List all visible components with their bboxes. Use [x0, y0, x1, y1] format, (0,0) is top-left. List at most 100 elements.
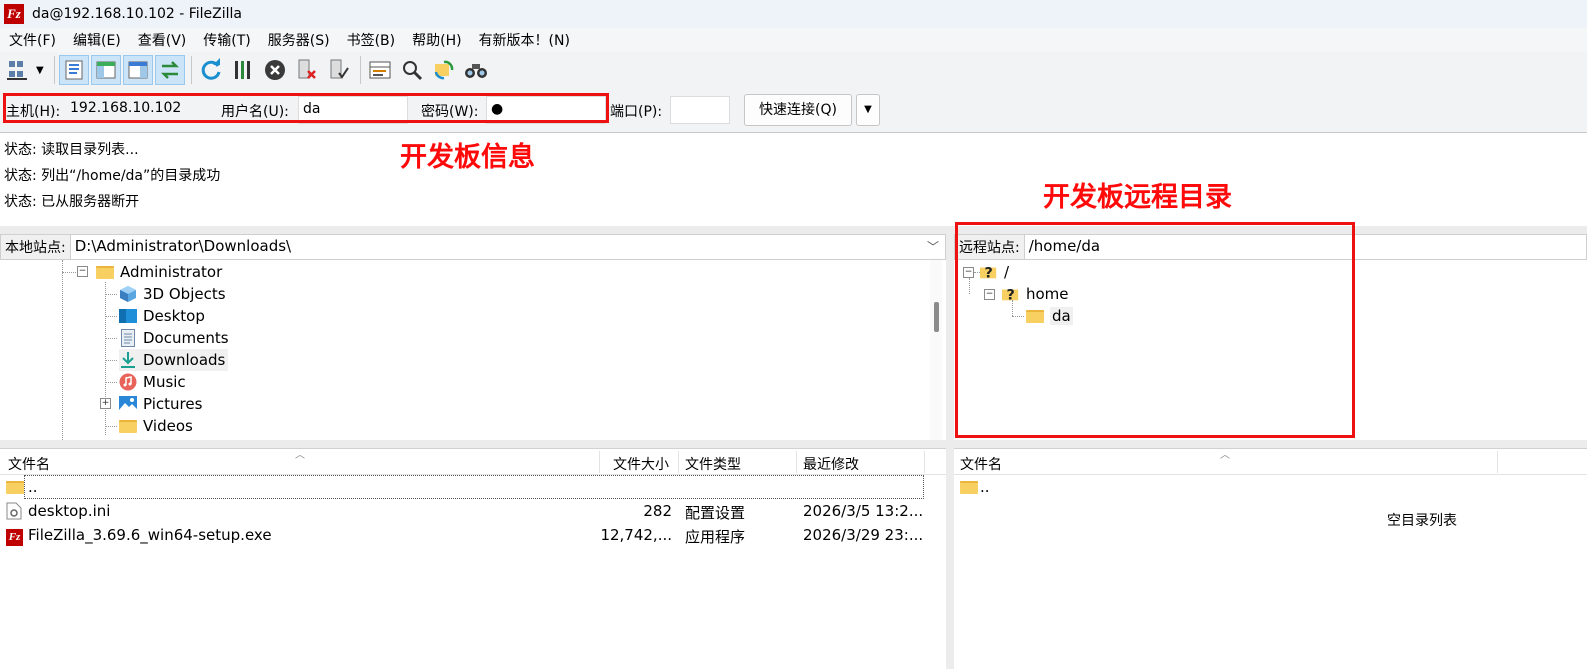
local-tree-item[interactable]: Documents [119, 327, 229, 349]
file-modified: 2026/3/5 13:2... [803, 502, 924, 520]
menu-new-version[interactable]: 有新版本！(N) [479, 30, 570, 50]
tree-item-label: 3D Objects [143, 285, 226, 303]
local-tree-item[interactable]: Pictures [119, 393, 202, 415]
file-row[interactable]: Fz FileZilla_3.69.6_win64-setup.exe 12,7… [0, 523, 946, 547]
column-filesize[interactable]: 文件大小 [613, 454, 669, 474]
site-manager-icon[interactable] [4, 55, 34, 85]
disconnect-icon[interactable] [292, 55, 322, 85]
folder-icon [960, 480, 978, 498]
menu-transfer[interactable]: 传输(T) [203, 30, 250, 50]
local-tree-item[interactable]: Administrator [96, 261, 222, 283]
file-name: desktop.ini [28, 502, 111, 520]
tree-item-label: Downloads [143, 351, 226, 369]
tree-item-label: Desktop [143, 307, 205, 325]
quickconnect-button[interactable]: 快速连接(Q) [744, 94, 852, 126]
menu-file[interactable]: 文件(F) [9, 30, 56, 50]
file-row[interactable]: desktop.ini 282 配置设置 2026/3/5 13:2... [0, 499, 946, 523]
window-title: da@192.168.10.102 - FileZilla [32, 6, 243, 22]
column-modified[interactable]: 最近修改 [803, 454, 859, 474]
local-file-list-header: 文件名 ︿ 文件大小 文件类型 最近修改 [0, 449, 946, 475]
annotation-board-remote-dir: 开发板远程目录 [1043, 182, 1232, 213]
menu-edit[interactable]: 编辑(E) [73, 30, 121, 50]
local-tree-item-selected[interactable]: Downloads [119, 349, 229, 371]
sort-ascending-icon: ︿ [295, 450, 305, 461]
tree-item-label: Videos [143, 417, 193, 435]
toggle-log-icon[interactable] [58, 55, 89, 85]
tree-line [62, 260, 63, 440]
focus-rectangle [24, 475, 924, 499]
refresh-icon[interactable] [196, 55, 226, 85]
local-directory-tree[interactable]: − Administrator 3D Objects Desktop Docum… [0, 260, 930, 440]
tree-line [105, 282, 106, 435]
toolbar-separator [190, 56, 192, 84]
directory-comparison-icon[interactable] [429, 55, 459, 85]
file-name: .. [980, 478, 990, 496]
log-line: 状态: 已从服务器断开 [4, 194, 140, 210]
local-path-input[interactable]: D:\Administrator\Downloads\ ﹀ [69, 235, 945, 259]
local-site-bar: 本地站点: D:\Administrator\Downloads\ ﹀ [0, 234, 946, 260]
column-filename[interactable]: 文件名 [960, 454, 1002, 474]
tree-line [105, 360, 117, 361]
column-divider[interactable] [924, 451, 925, 473]
local-tree-item[interactable]: Music [119, 371, 186, 393]
directory-listing-filters-icon[interactable] [365, 55, 395, 85]
remote-file-list[interactable]: 文件名 ︿ .. [954, 448, 1587, 669]
menu-bar: 文件(F) 编辑(E) 查看(V) 传输(T) 服务器(S) 书签(B) 帮助(… [0, 28, 1587, 52]
search-remote-icon[interactable] [461, 55, 491, 85]
file-name: FileZilla_3.69.6_win64-setup.exe [28, 526, 272, 544]
menu-server[interactable]: 服务器(S) [268, 30, 330, 50]
file-size: 12,742,... [600, 526, 672, 544]
toggle-sync-browsing-icon[interactable] [397, 55, 427, 85]
tree-line [105, 382, 117, 383]
file-row[interactable]: .. [0, 475, 946, 499]
scrollbar-thumb[interactable] [934, 302, 939, 332]
toggle-remote-tree-icon[interactable] [122, 55, 153, 85]
column-divider[interactable] [678, 451, 679, 473]
collapse-icon[interactable]: − [77, 266, 88, 277]
horizontal-splitter[interactable] [0, 440, 1587, 448]
local-tree-item[interactable]: 3D Objects [119, 283, 226, 305]
quickconnect-dropdown-icon[interactable]: ▼ [856, 94, 880, 126]
column-divider[interactable] [599, 451, 600, 473]
tree-line [105, 294, 117, 295]
tree-item-label: Administrator [120, 263, 223, 281]
column-divider[interactable] [1497, 451, 1498, 473]
remote-file-list-header: 文件名 ︿ [954, 449, 1587, 475]
local-site-label: 本地站点: [5, 240, 66, 256]
toolbar-separator [359, 56, 361, 84]
local-tree-item[interactable]: Videos [119, 415, 193, 437]
reconnect-icon[interactable] [324, 55, 354, 85]
file-size: 282 [643, 502, 672, 520]
local-tree-scrollbar[interactable] [930, 260, 942, 440]
port-label: 端口(P): [610, 104, 663, 120]
toggle-local-tree-icon[interactable] [90, 55, 121, 85]
chevron-down-icon[interactable]: ﹀ [927, 238, 939, 255]
folder-icon [6, 480, 24, 498]
empty-directory-text: 空目录列表 [1387, 513, 1457, 529]
toolbar: ▼ [0, 52, 1587, 88]
vertical-splitter[interactable] [946, 234, 954, 669]
message-log[interactable]: 状态: 读取目录列表... 状态: 列出“/home/da”的目录成功 状态: … [0, 132, 1587, 226]
file-row[interactable]: .. [954, 475, 1587, 499]
folder-icon [119, 418, 137, 434]
annotation-board-info: 开发板信息 [400, 142, 535, 173]
port-field[interactable] [670, 96, 730, 124]
file-type: 配置设置 [685, 504, 746, 522]
site-manager-dropdown-icon[interactable]: ▼ [36, 65, 44, 76]
process-queue-icon[interactable] [228, 55, 258, 85]
toggle-queue-icon[interactable] [154, 55, 185, 85]
local-file-list[interactable]: 文件名 ︿ 文件大小 文件类型 最近修改 .. desktop.ini 282 … [0, 448, 946, 669]
file-name: .. [28, 478, 38, 496]
title-bar: Fz da@192.168.10.102 - FileZilla [0, 0, 1587, 28]
menu-view[interactable]: 查看(V) [138, 30, 187, 50]
local-tree-item[interactable]: Desktop [119, 305, 205, 327]
menu-help[interactable]: 帮助(H) [412, 30, 461, 50]
filezilla-icon: Fz [6, 526, 23, 546]
expand-icon[interactable]: + [100, 398, 111, 409]
column-filetype[interactable]: 文件类型 [685, 454, 741, 474]
menu-bookmarks[interactable]: 书签(B) [347, 30, 396, 50]
column-divider[interactable] [796, 451, 797, 473]
cancel-icon[interactable] [260, 55, 290, 85]
column-filename[interactable]: 文件名 [8, 454, 50, 474]
downloads-icon [119, 352, 137, 368]
